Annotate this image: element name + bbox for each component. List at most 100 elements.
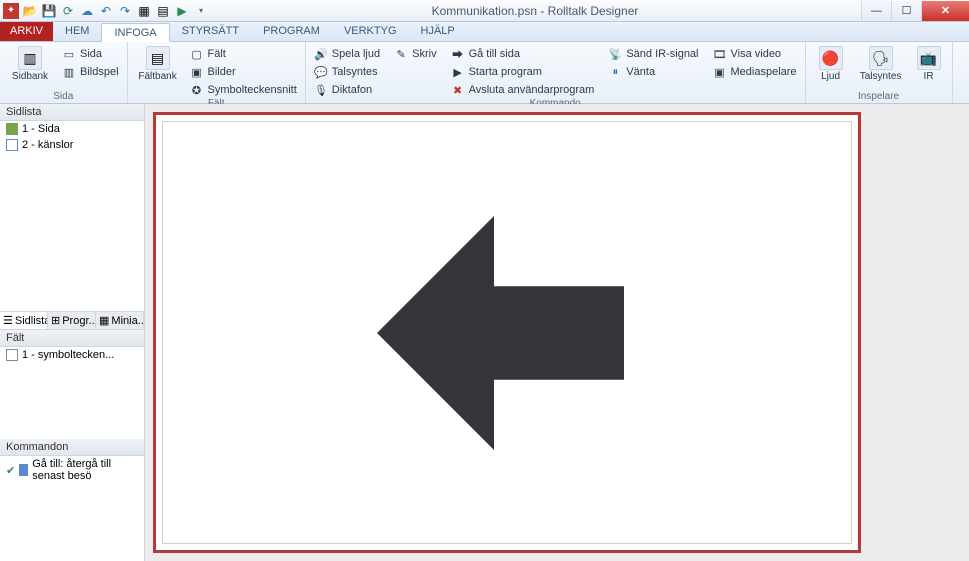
tab-infoga[interactable]: INFOGA [101,23,169,42]
goto-icon: ⮕ [451,47,465,61]
qat-save-icon[interactable]: 💾 [41,3,57,19]
ribbon-group-inspelare: 🔴 Ljud 🗣 Talsyntes 📺 IR Inspelare [806,42,953,103]
group-label-sida: Sida [8,91,119,103]
skriv-button[interactable]: ✎Skriv [394,46,436,62]
bilder-button[interactable]: ▣Bilder [190,64,297,80]
left-sidebar: Sidlista 1 - Sida 2 - känslor ☰Sidlista … [0,104,145,561]
goto-icon [19,464,28,476]
file-tab[interactable]: ARKIV [0,22,53,41]
video-icon: 🎞 [713,47,727,61]
ribbon-group-falt: ▤ Fältbank ▢Fält ▣Bilder ✪Symbolteckensn… [128,42,306,103]
falt-panel: 1 - symboltecken... [0,347,144,439]
symbolteckensnitt-button[interactable]: ✪Symbolteckensnitt [190,82,297,98]
falt-header: Fält [0,330,144,347]
main-area: Sidlista 1 - Sida 2 - känslor ☰Sidlista … [0,104,969,561]
sida-button[interactable]: ▭Sida [62,46,119,62]
record-audio-icon: 🔴 [819,46,843,70]
page-item-2[interactable]: 2 - känslor [0,137,144,153]
record-tts-icon: 🗣 [869,46,893,70]
qat-redo-icon[interactable]: ↷ [117,3,133,19]
close-button[interactable]: ✕ [921,1,969,21]
ribbon: ▥ Sidbank ▭Sida ▥Bildspel Sida ▤ Fältban… [0,42,969,104]
ljud-recorder-button[interactable]: 🔴 Ljud [814,44,848,82]
slideshow-icon: ▥ [62,65,76,79]
kommando-item-1[interactable]: ✔Gå till: återgå till senast besö [0,456,144,484]
sidlista-header: Sidlista [0,104,144,121]
tab-hjalp[interactable]: HJÄLP [409,22,467,41]
check-icon: ✔ [6,464,15,477]
quick-access-toolbar: ✦ 📂 💾 ⟳ ☁ ↶ ↷ ▦ ▤ ▶ ▾ [3,3,209,19]
sidetab-program[interactable]: ⊞Progr... [48,312,96,329]
sidlista-panel: 1 - Sida 2 - känslor [0,121,144,311]
page-canvas[interactable] [153,112,861,553]
tab-program[interactable]: PROGRAM [251,22,332,41]
ga-till-sida-button[interactable]: ⮕Gå till sida [451,46,595,62]
record-ir-icon: 📺 [917,46,941,70]
qat-tool2-icon[interactable]: ▤ [155,3,171,19]
mediaplayer-icon: ▣ [713,65,727,79]
canvas-area [145,104,869,561]
sidetab-miniatyr[interactable]: ▦Minia... [96,312,144,329]
tts-icon: 💬 [314,65,328,79]
tab-styrsatt[interactable]: STYRSÄTT [170,22,251,41]
canvas-inner [162,121,852,544]
sound-icon: 🔊 [314,47,328,61]
start-program-icon: ▶ [451,65,465,79]
sidetab-sidlista[interactable]: ☰Sidlista [0,312,48,329]
side-panel-tabs: ☰Sidlista ⊞Progr... ▦Minia... [0,311,144,330]
right-gutter [869,104,969,561]
visa-video-button[interactable]: 🎞Visa video [713,46,797,62]
exit-program-icon: ✖ [451,83,465,97]
qat-refresh-icon[interactable]: ⟳ [60,3,76,19]
vanta-button[interactable]: ⏸Vänta [608,64,698,80]
dictaphone-icon: 🎙 [314,83,328,97]
sand-ir-button[interactable]: 📡Sänd IR-signal [608,46,698,62]
list-icon: ☰ [3,314,13,327]
symbolfont-icon: ✪ [190,83,204,97]
qat-open-icon[interactable]: 📂 [22,3,38,19]
qat-play-icon[interactable]: ▶ [174,3,190,19]
ir-icon: 📡 [608,47,622,61]
group-label-inspelare: Inspelare [814,91,944,103]
ribbon-group-sida: ▥ Sidbank ▭Sida ▥Bildspel Sida [0,42,128,103]
talsyntes-button[interactable]: 💬Talsyntes [314,64,380,80]
mediaspelare-button[interactable]: ▣Mediaspelare [713,64,797,80]
starta-program-button[interactable]: ▶Starta program [451,64,595,80]
qat-dropdown-icon[interactable]: ▾ [193,3,209,19]
ir-recorder-button[interactable]: 📺 IR [914,44,944,82]
talsyntes-recorder-button[interactable]: 🗣 Talsyntes [858,44,904,82]
back-arrow-icon [377,203,637,463]
falt-item-1[interactable]: 1 - symboltecken... [0,347,144,363]
falt-button[interactable]: ▢Fält [190,46,297,62]
ribbon-tabs: ARKIV HEM INFOGA STYRSÄTT PROGRAM VERKTY… [0,22,969,42]
kommandon-panel: ✔Gå till: återgå till senast besö [0,456,144,561]
qat-cloud-icon[interactable]: ☁ [79,3,95,19]
avsluta-program-button[interactable]: ✖Avsluta användarprogram [451,82,595,98]
page-icon [6,123,18,135]
sidbank-icon: ▥ [18,46,42,70]
faltbank-button[interactable]: ▤ Fältbank [136,44,180,98]
thumb-icon: ▦ [99,314,109,327]
tree-icon: ⊞ [51,314,60,327]
minimize-button[interactable]: — [861,1,891,21]
diktafon-button[interactable]: 🎙Diktafon [314,82,380,98]
bildspel-button[interactable]: ▥Bildspel [62,64,119,80]
qat-tool1-icon[interactable]: ▦ [136,3,152,19]
field-icon: ▢ [190,47,204,61]
page-icon [6,139,18,151]
kommandon-header: Kommandon [0,439,144,456]
app-icon: ✦ [3,3,19,19]
page-icon: ▭ [62,47,76,61]
wait-icon: ⏸ [608,65,622,79]
faltbank-icon: ▤ [146,46,170,70]
spela-ljud-button[interactable]: 🔊Spela ljud [314,46,380,62]
sidbank-button[interactable]: ▥ Sidbank [8,44,52,82]
write-icon: ✎ [394,47,408,61]
images-icon: ▣ [190,65,204,79]
qat-undo-icon[interactable]: ↶ [98,3,114,19]
tab-hem[interactable]: HEM [53,22,101,41]
page-item-1[interactable]: 1 - Sida [0,121,144,137]
maximize-button[interactable]: ☐ [891,1,921,21]
title-bar: ✦ 📂 💾 ⟳ ☁ ↶ ↷ ▦ ▤ ▶ ▾ Kommunikation.psn … [0,0,969,22]
tab-verktyg[interactable]: VERKTYG [332,22,409,41]
